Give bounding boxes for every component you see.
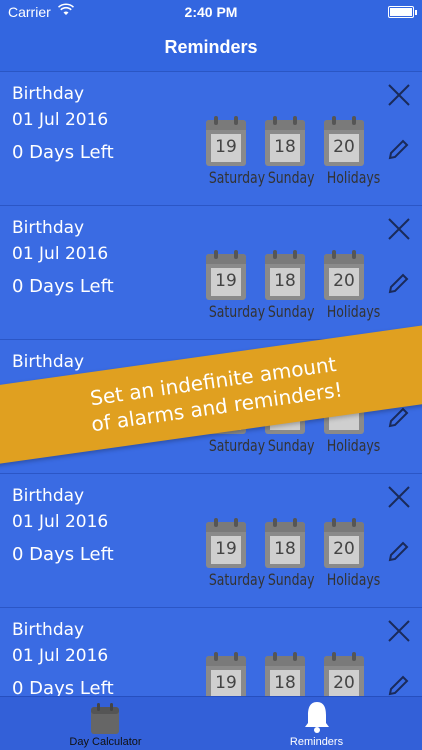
calendar-icon: 18 [265, 518, 305, 568]
calendar-icon: 19 [206, 518, 246, 568]
reminder-days-left: 0 Days Left [12, 544, 114, 565]
tab-day-calculator[interactable]: Day Calculator [0, 697, 211, 750]
holidays-calendar: 20 [322, 652, 366, 696]
sunday-label: Sunday [267, 302, 315, 321]
calendar-icon: 18 [265, 116, 305, 166]
calendar-icon: 20 [324, 250, 364, 300]
saturday-label: Saturday [208, 302, 266, 321]
tab-label: Reminders [289, 736, 344, 748]
reminder-row[interactable]: Birthday 01 Jul 2016 0 Days Left 19 Satu… [0, 474, 422, 608]
saturday-count: 19 [211, 670, 241, 696]
holidays-calendar: 20 Holidays [322, 116, 381, 187]
reminder-name: Birthday [12, 620, 85, 640]
holidays-calendar: 20 Holidays [322, 518, 381, 589]
tab-bar: Day Calculator Reminders [0, 696, 422, 750]
holidays-count: 20 [329, 670, 359, 696]
pencil-icon[interactable] [386, 406, 410, 430]
pencil-icon[interactable] [386, 540, 410, 564]
calendar-icon: 19 [206, 250, 246, 300]
holidays-label: Holidays [326, 168, 381, 187]
reminder-row[interactable]: Birthday 01 Jul 2016 0 Days Left 19 Satu… [0, 206, 422, 340]
holidays-count: 20 [329, 268, 359, 296]
saturday-count: 19 [211, 134, 241, 162]
sunday-calendar: 18 [263, 652, 307, 696]
calendar-icon [91, 703, 119, 734]
holidays-count: 20 [329, 536, 359, 564]
reminder-date: 01 Jul 2016 [12, 244, 109, 264]
status-bar: Carrier 2:40 PM [0, 0, 422, 24]
saturday-label: Saturday [208, 168, 266, 187]
page-title: Reminders [164, 37, 258, 57]
calendar-icon: 19 [206, 116, 246, 166]
reminder-days-left: 0 Days Left [12, 142, 114, 163]
sunday-calendar: 18 Sunday [263, 116, 315, 187]
bell-icon [305, 702, 329, 733]
navigation-bar: Reminders [0, 24, 422, 72]
sunday-calendar: 18 Sunday [263, 518, 315, 589]
saturday-count: 19 [211, 536, 241, 564]
reminder-name: Birthday [12, 218, 85, 238]
calendar-icon: 19 [206, 652, 246, 696]
close-icon[interactable] [386, 216, 412, 242]
reminder-name: Birthday [12, 352, 85, 372]
holidays-count: 20 [329, 134, 359, 162]
pencil-icon[interactable] [386, 674, 410, 696]
tab-label: Day Calculator [69, 736, 142, 748]
sunday-count: 18 [270, 536, 300, 564]
calendar-icon: 20 [324, 116, 364, 166]
holidays-label: Holidays [326, 570, 381, 589]
reminder-days-left: 0 Days Left [12, 678, 114, 696]
reminder-row[interactable]: Birthday 01 Jul 2016 0 Days Left 19 Satu… [0, 72, 422, 206]
sunday-count: 18 [270, 268, 300, 296]
holidays-label: Holidays [326, 436, 381, 455]
sunday-count: 18 [270, 134, 300, 162]
sunday-count: 18 [270, 670, 300, 696]
saturday-calendar: 19 Saturday [204, 116, 266, 187]
sunday-label: Sunday [267, 436, 315, 455]
pencil-icon[interactable] [386, 272, 410, 296]
close-icon[interactable] [386, 618, 412, 644]
tab-reminders[interactable]: Reminders [211, 697, 422, 750]
close-icon[interactable] [386, 484, 412, 510]
saturday-label: Saturday [208, 570, 266, 589]
reminder-name: Birthday [12, 486, 85, 506]
calendar-icon: 20 [324, 652, 364, 696]
sunday-label: Sunday [267, 168, 315, 187]
sunday-label: Sunday [267, 570, 315, 589]
battery-icon [388, 6, 417, 18]
reminder-name: Birthday [12, 84, 85, 104]
calendar-icon: 18 [265, 652, 305, 696]
reminder-date: 01 Jul 2016 [12, 110, 109, 130]
calendar-icon: 18 [265, 250, 305, 300]
saturday-calendar: 19 Saturday [204, 518, 266, 589]
saturday-calendar: 19 Saturday [204, 250, 266, 321]
reminder-date: 01 Jul 2016 [12, 646, 109, 666]
sunday-calendar: 18 Sunday [263, 250, 315, 321]
saturday-label: Saturday [208, 436, 266, 455]
status-time: 2:40 PM [184, 4, 238, 20]
holidays-label: Holidays [326, 302, 381, 321]
reminder-row[interactable]: Birthday 01 Jul 2016 0 Days Left 19 18 2… [0, 608, 422, 696]
calendar-icon: 20 [324, 518, 364, 568]
saturday-count: 19 [211, 268, 241, 296]
saturday-calendar: 19 [204, 652, 248, 696]
holidays-calendar: 20 Holidays [322, 250, 381, 321]
reminder-date: 01 Jul 2016 [12, 512, 109, 532]
close-icon[interactable] [386, 82, 412, 108]
reminder-days-left: 0 Days Left [12, 276, 114, 297]
pencil-icon[interactable] [386, 138, 410, 162]
